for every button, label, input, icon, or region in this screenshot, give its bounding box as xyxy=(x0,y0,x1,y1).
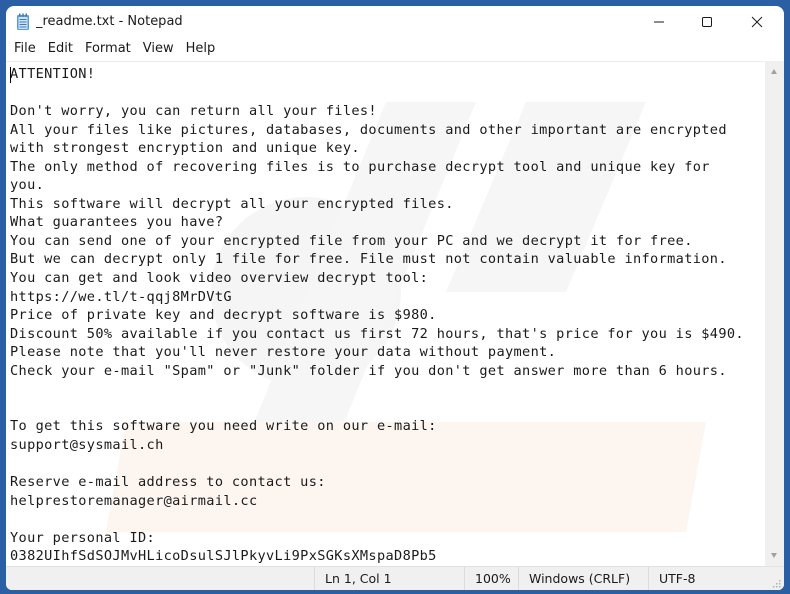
menu-format[interactable]: Format xyxy=(79,38,137,60)
text-editor[interactable]: ATTENTION! Don't worry, you can return a… xyxy=(6,61,764,567)
menu-help[interactable]: Help xyxy=(180,38,222,60)
vertical-scrollbar[interactable] xyxy=(765,61,784,566)
status-bar: Ln 1, Col 1 100% Windows (CRLF) UTF-8 xyxy=(6,566,784,590)
title-bar[interactable]: _readme.txt - Notepad xyxy=(6,6,784,38)
close-icon xyxy=(751,16,763,28)
line-ending: Windows (CRLF) xyxy=(518,567,649,590)
maximize-icon xyxy=(702,17,712,27)
menu-bar: File Edit Format View Help xyxy=(6,38,784,60)
minimize-button[interactable] xyxy=(636,6,682,38)
maximize-button[interactable] xyxy=(684,6,730,38)
encoding: UTF-8 xyxy=(648,567,759,590)
zoom-level: 100% xyxy=(464,567,521,590)
scroll-down-icon[interactable] xyxy=(771,553,777,558)
menu-file[interactable]: File xyxy=(8,38,42,60)
notepad-icon xyxy=(17,13,29,30)
window-title: _readme.txt - Notepad xyxy=(36,14,183,29)
text-caret xyxy=(10,67,11,83)
notepad-window: _readme.txt - Notepad File Edit Format V… xyxy=(6,6,784,590)
resize-grip-icon[interactable] xyxy=(773,580,781,588)
cursor-position: Ln 1, Col 1 xyxy=(314,567,465,590)
menu-view[interactable]: View xyxy=(137,38,180,60)
minimize-icon xyxy=(654,21,664,23)
document-content[interactable]: ATTENTION! Don't worry, you can return a… xyxy=(10,65,744,566)
menu-edit[interactable]: Edit xyxy=(42,38,79,60)
scroll-up-icon[interactable] xyxy=(771,69,777,74)
close-button[interactable] xyxy=(734,6,780,38)
